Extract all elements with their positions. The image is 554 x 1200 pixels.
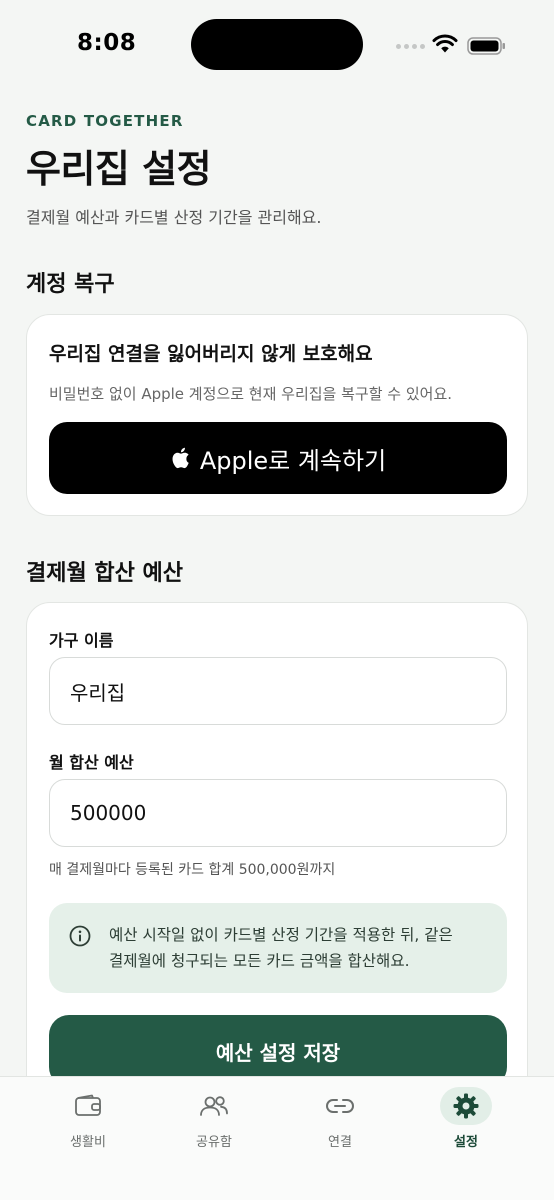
status-time: 8:08: [77, 30, 137, 56]
info-text: 예산 시작일 없이 카드별 산정 기간을 적용한 뒤, 같은 결제월에 청구되는…: [109, 922, 489, 974]
apple-button-label: Apple로 계속하기: [199, 446, 387, 475]
budget-card: 가구 이름 월 합산 예산 매 결제월마다 등록된 카드 합계 500,000원…: [26, 602, 528, 1122]
tab-label: 설정: [454, 1135, 478, 1150]
apple-continue-button[interactable]: Apple로 계속하기: [49, 422, 507, 494]
section-title-budget: 결제월 합산 예산: [26, 561, 183, 586]
dynamic-island: [191, 19, 363, 70]
tab-living-expenses[interactable]: 생활비: [38, 1087, 138, 1157]
tab-label: 공유함: [196, 1135, 232, 1150]
link-icon: [314, 1087, 366, 1125]
tab-label: 생활비: [70, 1135, 106, 1150]
recovery-description: 비밀번호 없이 Apple 계정으로 현재 우리집을 복구할 수 있어요.: [49, 385, 453, 403]
account-recovery-card: 우리집 연결을 잃어버리지 않게 보호해요 비밀번호 없이 Apple 계정으로…: [26, 314, 528, 516]
status-bar: 8:08: [0, 0, 554, 90]
page-subtitle: 결제월 예산과 카드별 산정 기간을 관리해요.: [26, 208, 322, 227]
info-icon: [69, 925, 91, 947]
monthly-budget-input[interactable]: [49, 779, 507, 847]
section-title-account-recovery: 계정 복구: [26, 272, 115, 297]
household-name-input[interactable]: [49, 657, 507, 725]
budget-hint: 매 결제월마다 등록된 카드 합계 500,000원까지: [49, 862, 336, 878]
tab-label: 연결: [328, 1135, 352, 1150]
tab-bar: 생활비 공유함 연결 설정: [0, 1076, 554, 1200]
tab-settings[interactable]: 설정: [416, 1087, 516, 1157]
apple-icon: [172, 447, 189, 469]
battery-icon: [467, 37, 505, 55]
tab-connection[interactable]: 연결: [290, 1087, 390, 1157]
app-eyebrow: CARD TOGETHER: [26, 112, 184, 130]
wallet-icon: [62, 1087, 114, 1125]
info-text-line-1: 예산 시작일 없이 카드별 산정 기간을 적용한 뒤, 같은: [109, 926, 453, 944]
page-title: 우리집 설정: [26, 147, 212, 191]
monthly-budget-label: 월 합산 예산: [49, 753, 134, 772]
recovery-heading: 우리집 연결을 잃어버리지 않게 보호해요: [49, 343, 373, 365]
household-name-label: 가구 이름: [49, 631, 114, 650]
gear-icon: [440, 1087, 492, 1125]
signal-icon: [396, 44, 425, 49]
info-box: 예산 시작일 없이 카드별 산정 기간을 적용한 뒤, 같은 결제월에 청구되는…: [49, 903, 507, 993]
wifi-icon: [432, 34, 458, 53]
info-text-line-2: 결제월에 청구되는 모든 카드 금액을 합산해요.: [109, 952, 410, 970]
people-icon: [188, 1087, 240, 1125]
tab-shared-box[interactable]: 공유함: [164, 1087, 264, 1157]
